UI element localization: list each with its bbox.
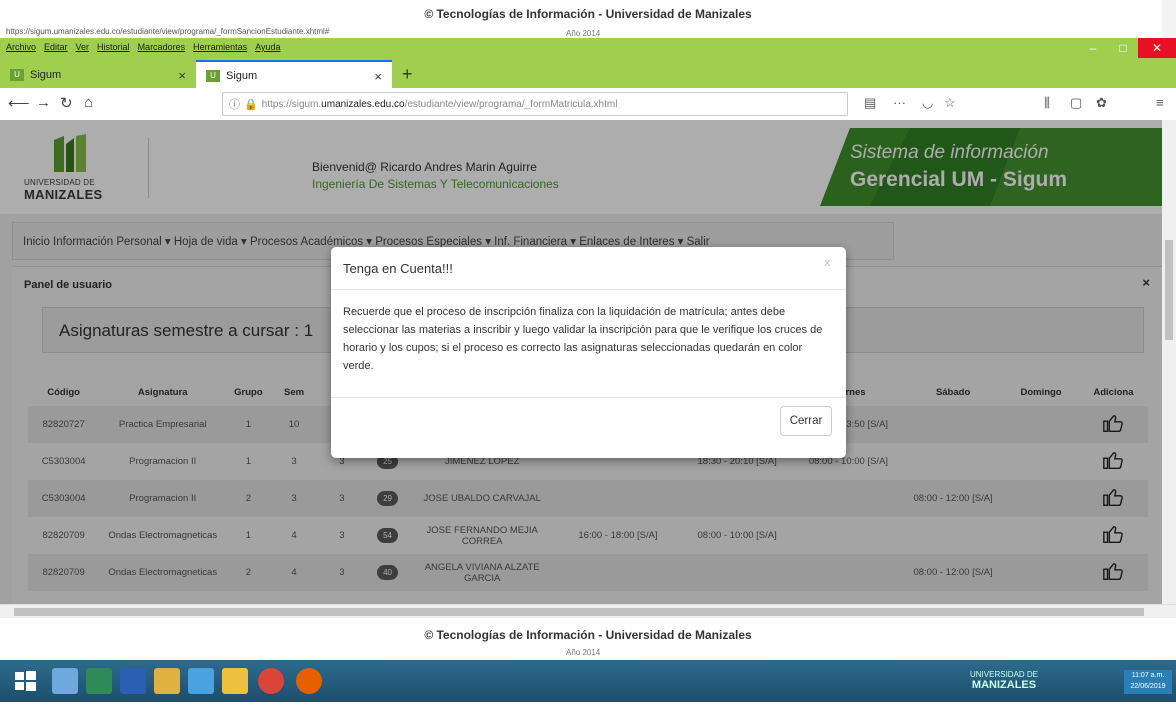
modal-divider-bottom bbox=[331, 397, 846, 398]
menu-item-archivo[interactable]: Archivo bbox=[6, 42, 36, 52]
footer-year-top: Año 2014 bbox=[566, 29, 601, 38]
modal-body-text: Recuerde que el proceso de inscripción f… bbox=[343, 306, 823, 372]
close-window-button[interactable]: ✕ bbox=[1138, 38, 1176, 58]
page-viewport: UNIVERSIDAD DE MANIZALES Bienvenid@ Rica… bbox=[0, 120, 1162, 604]
scroll-thumb[interactable] bbox=[14, 608, 1144, 616]
taskbar-brand-line2: MANIZALES bbox=[971, 679, 1037, 691]
menu-item-historial[interactable]: Historial bbox=[97, 42, 130, 52]
outer-page-footer-top: © Tecnologías de Información - Universid… bbox=[0, 0, 1176, 39]
modal-divider-top bbox=[331, 289, 846, 290]
menu-items: Archivo Editar Ver Historial Marcadores Herra… bbox=[6, 42, 280, 52]
new-tab-button[interactable]: + bbox=[402, 64, 413, 85]
file-icon[interactable] bbox=[52, 668, 78, 694]
menu-item-herramientas[interactable]: Herramientas bbox=[193, 42, 247, 52]
tab-sigum-1[interactable]: U Sigum × bbox=[0, 62, 196, 88]
menu-item-editar[interactable]: Editar bbox=[44, 42, 68, 52]
tab-label: Sigum bbox=[226, 70, 258, 82]
modal-close-icon[interactable]: x bbox=[825, 257, 831, 269]
page-actions-icon[interactable]: ··· bbox=[893, 95, 906, 110]
chrome-icon[interactable] bbox=[258, 668, 284, 694]
browser-navbar: ⟵ → ↻ ⌂ ⓘ 🔒 https://sigum.umanizales.edu… bbox=[0, 88, 1176, 121]
reader-view-icon[interactable]: ▤ bbox=[864, 95, 876, 111]
reload-icon[interactable]: ↻ bbox=[60, 94, 73, 112]
browser-tabbar: U Sigum × U Sigum × + bbox=[0, 58, 1176, 90]
forward-icon[interactable]: → bbox=[36, 94, 51, 111]
menu-item-marcadores[interactable]: Marcadores bbox=[138, 42, 186, 52]
tab-label: Sigum bbox=[30, 69, 62, 81]
sidebar-icon[interactable]: ▢ bbox=[1070, 95, 1082, 111]
clock-time: 11:07 a.m. bbox=[1131, 672, 1165, 679]
windows-start-icon[interactable] bbox=[12, 668, 38, 694]
app-icon[interactable] bbox=[188, 668, 214, 694]
footer-year: Año 2014 bbox=[566, 648, 601, 657]
library-icon[interactable]: ⫼ bbox=[1044, 95, 1050, 111]
folder-icon[interactable] bbox=[154, 668, 180, 694]
outer-scrollbar[interactable] bbox=[1162, 0, 1176, 38]
clock-date: 22/06/2019 bbox=[1130, 683, 1166, 690]
url-text: https://sigum.umanizales.edu.co/estudian… bbox=[261, 98, 618, 110]
footer-title-top: © Tecnologías de Información - Universid… bbox=[424, 7, 752, 21]
bookmark-star-icon[interactable]: ☆ bbox=[944, 95, 956, 111]
lock-icon[interactable]: 🔒 bbox=[244, 98, 258, 111]
menu-item-ver[interactable]: Ver bbox=[76, 42, 90, 52]
notice-modal: Tenga en Cuenta!!! x Recuerde que el pro… bbox=[331, 247, 846, 458]
word-icon[interactable] bbox=[120, 668, 146, 694]
firefox-icon[interactable] bbox=[296, 668, 322, 694]
taskbar-brand: UNIVERSIDAD DE MANIZALES bbox=[970, 670, 1038, 691]
scroll-thumb[interactable] bbox=[1165, 240, 1173, 340]
modal-title: Tenga en Cuenta!!! bbox=[343, 261, 453, 276]
page-vertical-scrollbar[interactable] bbox=[1162, 120, 1176, 604]
menu-hamburger-icon[interactable]: ≡ bbox=[1156, 95, 1164, 110]
minimize-button[interactable]: – bbox=[1078, 38, 1108, 58]
page-footer: © Tecnologías de Información - Universid… bbox=[0, 618, 1176, 660]
url-bar[interactable]: ⓘ 🔒 https://sigum.umanizales.edu.co/estu… bbox=[222, 92, 848, 116]
taskbar-clock[interactable]: 11:07 a.m. 22/06/2019 bbox=[1124, 670, 1172, 694]
excel-icon[interactable] bbox=[86, 668, 112, 694]
extension-icon[interactable]: ✿ bbox=[1096, 95, 1107, 111]
tab-sigum-2[interactable]: U Sigum × bbox=[196, 60, 392, 90]
close-tab-icon[interactable]: × bbox=[178, 68, 186, 83]
browser-menubar: Archivo Editar Ver Historial Marcadores Herra… bbox=[0, 38, 1176, 58]
explorer-icon[interactable] bbox=[222, 668, 248, 694]
menu-item-ayuda[interactable]: Ayuda bbox=[255, 42, 280, 52]
back-icon[interactable]: ⟵ bbox=[8, 94, 30, 112]
sigum-favicon-icon: U bbox=[10, 69, 24, 81]
pocket-icon[interactable]: ◡ bbox=[922, 95, 933, 111]
windows-taskbar: UNIVERSIDAD DE MANIZALES 11:07 a.m. 22/0… bbox=[0, 660, 1176, 702]
window-controls: – □ ✕ bbox=[1078, 38, 1176, 58]
cerrar-button[interactable]: Cerrar bbox=[780, 406, 832, 436]
maximize-button[interactable]: □ bbox=[1108, 38, 1138, 58]
close-tab-icon[interactable]: × bbox=[374, 69, 382, 84]
footer-title: © Tecnologías de Información - Universid… bbox=[424, 628, 752, 642]
page-horizontal-scrollbar[interactable] bbox=[0, 604, 1176, 619]
sigum-favicon-icon: U bbox=[206, 70, 220, 82]
info-icon[interactable]: ⓘ bbox=[229, 96, 240, 112]
home-icon[interactable]: ⌂ bbox=[84, 94, 93, 111]
status-url: https://sigum.umanizales.edu.co/estudian… bbox=[6, 27, 330, 36]
